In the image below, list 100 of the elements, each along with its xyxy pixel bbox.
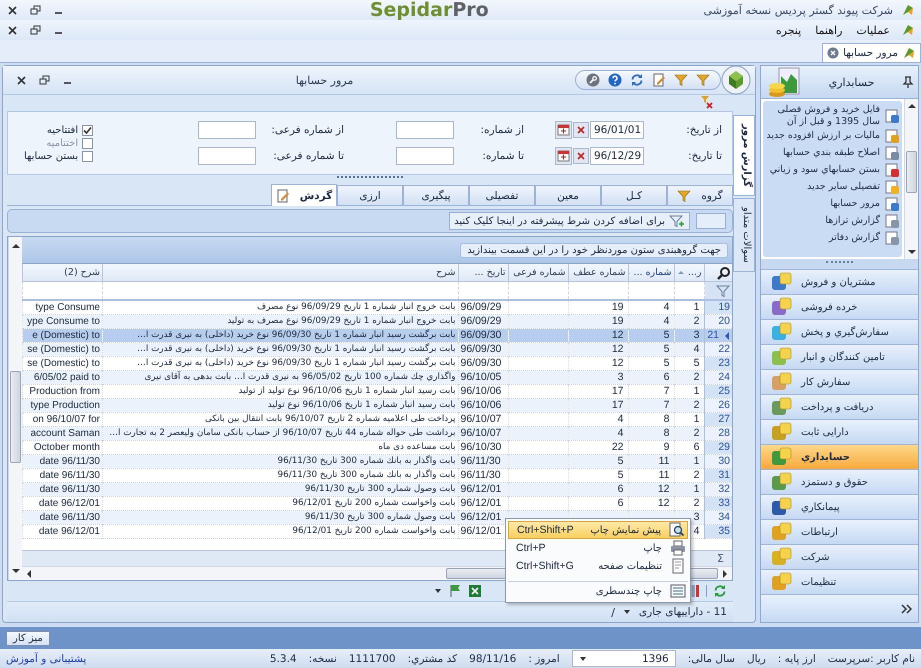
task-link[interactable]: گزارش ترازها [765,213,900,229]
task-link[interactable]: تفصیلی سایر جدید [765,179,900,195]
module-button[interactable]: خرده فروشی [761,294,918,319]
filter-icon[interactable] [696,73,710,87]
add-condition-button[interactable]: برای اضافه کردن شرط پیشرفته در اینجا کلیک کنید [449,212,690,230]
module-button[interactable]: تامین کنندگان و انبار [761,344,918,369]
module-button[interactable]: شرکت [761,544,918,569]
module-button[interactable]: پیمانکاري [761,494,918,519]
column-header[interactable]: شماره ... [628,264,674,282]
tab[interactable]: ارزی [337,185,403,205]
accounting-icon [767,66,801,98]
module-button[interactable]: دریافت و پرداخت [761,394,918,419]
scrollbar-thumb[interactable] [906,151,917,193]
table-cell: 2 [674,370,704,384]
column-header[interactable]: شماره عطف [568,264,628,282]
restore-icon[interactable] [29,24,42,36]
date-field[interactable]: 96/01/01 [590,121,644,139]
calendar-icon[interactable] [555,147,572,165]
input-field[interactable] [198,121,256,139]
help-icon[interactable] [608,73,622,87]
menu-item[interactable]: چاپ چندسطری [508,581,688,600]
checkbox[interactable] [82,124,94,136]
clear-filter-icon[interactable] [700,95,713,109]
refresh-icon[interactable] [713,584,727,598]
wrench-icon[interactable] [586,73,600,87]
restore-icon[interactable] [29,4,42,16]
scroll-right-icon[interactable] [720,568,730,580]
task-link[interactable]: اصلاح طبقه بندي حسابها [765,145,900,161]
tab[interactable]: تفصیلی [469,185,535,205]
input-field[interactable] [198,147,256,165]
close-icon[interactable] [6,24,19,36]
table-cell: برداشت طی حواله شماره 44 تاریخ 96/10/07 از حساب بانکی سامان ولیعصر 2 به تجارت ا… [102,426,458,440]
side-tab[interactable]: سوالات متداو [733,198,755,272]
menu-item[interactable]: عملیات [853,24,893,36]
filter-icon[interactable] [674,73,688,87]
restore-icon[interactable] [38,74,51,86]
module-button[interactable]: حقوق و دستمزد [761,469,918,494]
pin-icon[interactable] [902,76,914,88]
scroll-down-icon[interactable] [10,566,22,576]
module-button[interactable]: دارایی ثابت [761,419,918,444]
caret-icon[interactable] [622,608,631,616]
side-tab[interactable]: گزارش مرور [733,115,755,196]
column-header[interactable]: شماره فرعی [508,264,568,282]
search-icon[interactable] [716,266,730,280]
task-link[interactable]: مرور حسابها [765,196,900,212]
scroll-up-icon[interactable] [10,241,22,251]
close-icon[interactable] [6,4,19,16]
support-link[interactable]: پشتیبانی و آموزش [6,652,86,664]
spreadsheet-icon[interactable] [468,584,482,598]
caret-icon[interactable] [434,587,442,595]
scroll-down-icon[interactable] [906,247,918,257]
table-cell: 96/12/01 [458,510,508,524]
task-link[interactable]: فایل خرید و فروش فصلی سال 1395 و قبل از آن [765,104,900,127]
year-dropdown[interactable]: 1396 [572,650,676,667]
input-field[interactable] [396,121,454,139]
chevron-icon[interactable] [901,604,912,614]
leaf-icon [901,3,915,17]
group-hint: جهت گروهبندی ستون موردنظر خود را در این قسمت بیندازید [460,242,728,258]
column-header[interactable]: شرح (2) [22,264,102,282]
module-button[interactable]: سفارش‌گیري و پخش [761,319,918,344]
scrollbar-thumb[interactable] [10,371,21,463]
column-header[interactable]: ر... [674,264,704,282]
table-cell: 6/05/02 paid to [22,370,102,384]
tab[interactable]: کـل [601,185,667,205]
tab[interactable]: معین [535,185,601,205]
checkbox[interactable] [82,150,94,162]
tab[interactable]: گردش [271,184,337,206]
column-header[interactable]: تاریخ ... [458,264,508,282]
clear-icon[interactable] [573,122,589,138]
menu-item[interactable]: راهنما [812,24,846,36]
refresh-icon[interactable] [630,73,644,87]
account-path[interactable]: 11 - داراییهای جاری [638,606,727,618]
table-cell: 2 [674,314,704,328]
desktop-button[interactable]: میز کار [6,630,50,646]
close-icon[interactable] [15,74,28,86]
calendar-icon[interactable] [555,121,572,139]
module-button[interactable]: مشتریان و فروش [761,269,918,294]
task-link[interactable]: بستن حسابهاي سود و زياني [765,162,900,178]
date-field[interactable]: 96/12/29 [590,147,644,165]
task-link[interactable]: گزارش دفاتر [765,230,900,246]
document-tab[interactable]: مرور حسابها [822,43,921,62]
module-button[interactable]: ارتباطات [761,519,918,544]
scrollbar[interactable] [904,99,918,259]
edit-icon[interactable] [652,73,666,87]
input-field[interactable] [396,147,454,165]
menu-item[interactable]: پنجره [772,24,804,36]
clear-icon[interactable] [573,148,589,164]
task-link[interactable]: مالیات بر ارزش افزوده جدید [765,128,900,144]
check-icon [83,126,92,134]
module-button[interactable]: سفارش کار [761,369,918,394]
module-button[interactable]: تنظیمات [761,569,918,594]
tab[interactable]: پیگیری [403,185,469,205]
column-header[interactable]: شرح [102,264,458,282]
scroll-up-icon[interactable] [906,101,918,111]
input-field[interactable] [696,213,726,229]
tab[interactable]: گروه [667,185,733,205]
scrollbar[interactable] [8,237,22,580]
table-cell: واگذاري چك شماره 100 تاریخ 96/05/02 به نیری قدرت ا… بابت بدهی به آقای نیری [102,370,458,384]
flag-icon[interactable] [448,584,462,598]
module-button[interactable]: حسابداري [761,444,918,469]
